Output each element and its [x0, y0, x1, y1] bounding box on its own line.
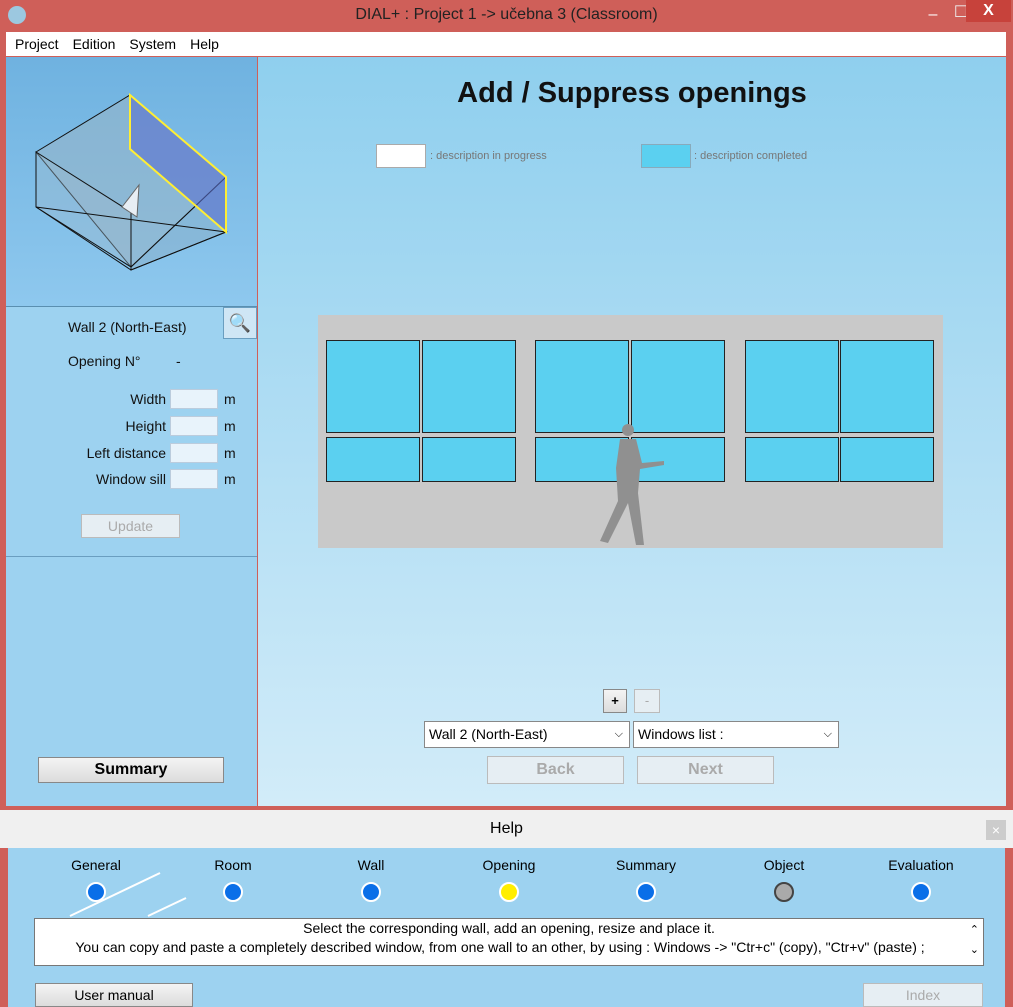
- help-close-button[interactable]: ×: [986, 820, 1006, 840]
- summary-button[interactable]: Summary: [38, 757, 224, 783]
- scroll-down-icon[interactable]: ⌄: [970, 941, 979, 960]
- opening-form: Wall 2 (North-East) 🔍 Opening N° - Width…: [6, 306, 257, 557]
- minimize-button[interactable]: –: [920, 0, 946, 30]
- back-button[interactable]: Back: [487, 756, 624, 784]
- legend-completed-swatch: [641, 144, 691, 168]
- window-pane[interactable]: [535, 340, 629, 433]
- help-title: Help: [490, 820, 523, 837]
- user-manual-button[interactable]: User manual: [35, 983, 193, 1007]
- step-label-opening: Opening: [482, 857, 536, 873]
- left-distance-input[interactable]: [170, 443, 218, 463]
- window-pane[interactable]: [840, 340, 934, 433]
- step-indicator-object[interactable]: [774, 882, 794, 902]
- help-text-line: Select the corresponding wall, add an op…: [303, 920, 715, 936]
- chevron-down-icon: ⌵: [823, 728, 832, 740]
- height-input[interactable]: [170, 416, 218, 436]
- window-title: DIAL+ : Project 1 -> učebna 3 (Classroom…: [355, 6, 658, 23]
- window-pane[interactable]: [745, 437, 839, 482]
- room-3d-view: [6, 57, 257, 306]
- wall-elevation: [318, 315, 943, 548]
- window-pane[interactable]: [422, 437, 516, 482]
- step-indicator-opening[interactable]: [499, 882, 519, 902]
- opening-number-label: Opening N°: [68, 353, 141, 369]
- wall-select-value: Wall 2 (North-East): [429, 726, 548, 742]
- width-unit: m: [224, 391, 236, 407]
- wall-label: Wall 2 (North-East): [68, 319, 187, 335]
- window-pane[interactable]: [326, 340, 420, 433]
- step-label-wall: Wall: [357, 857, 385, 873]
- left-bottom-panel: Summary: [6, 557, 257, 806]
- help-text-line: You can copy and paste a completely desc…: [75, 939, 925, 955]
- step-indicator-wall[interactable]: [361, 882, 381, 902]
- menu-edition[interactable]: Edition: [73, 36, 116, 52]
- wall-select[interactable]: Wall 2 (North-East) ⌵: [424, 721, 630, 748]
- width-label: Width: [130, 391, 166, 407]
- main-panel: Add / Suppress openings : description in…: [258, 57, 1006, 806]
- person-silhouette-icon: [600, 424, 664, 545]
- legend-completed-label: : description completed: [694, 150, 808, 162]
- next-button[interactable]: Next: [637, 756, 774, 784]
- step-label-evaluation: Evaluation: [888, 857, 954, 873]
- title-bar: DIAL+ : Project 1 -> učebna 3 (Classroom…: [0, 0, 1013, 30]
- height-unit: m: [224, 418, 236, 434]
- close-button[interactable]: X: [966, 0, 1011, 22]
- window-sill-unit: m: [224, 471, 236, 487]
- windows-list-value: Windows list :: [638, 726, 724, 742]
- window-sill-input[interactable]: [170, 469, 218, 489]
- help-header: Help ×: [0, 810, 1013, 848]
- menu-bar: Project Edition System Help: [6, 32, 1006, 56]
- menu-project[interactable]: Project: [15, 36, 59, 52]
- left-distance-label: Left distance: [86, 445, 166, 461]
- step-label-object: Object: [763, 857, 805, 873]
- progress-slash-decoration: [69, 872, 187, 917]
- legend-progress-label: : description in progress: [430, 150, 547, 162]
- width-input[interactable]: [170, 389, 218, 409]
- step-indicator-evaluation[interactable]: [911, 882, 931, 902]
- window-pane[interactable]: [745, 340, 839, 433]
- window-pane[interactable]: [422, 340, 516, 433]
- update-button[interactable]: Update: [81, 514, 180, 538]
- opening-number-value: -: [176, 353, 181, 369]
- menu-system[interactable]: System: [129, 36, 176, 52]
- app-logo-icon: [8, 6, 26, 24]
- scroll-up-icon[interactable]: ⌃: [970, 921, 979, 940]
- help-panel: General Room Wall Opening Summary Object Evalu…: [8, 848, 1005, 1007]
- add-opening-button[interactable]: +: [603, 689, 627, 713]
- legend-progress-swatch: [376, 144, 426, 168]
- remove-opening-button[interactable]: -: [634, 689, 660, 713]
- page-title: Add / Suppress openings: [457, 77, 807, 109]
- chevron-down-icon: ⌵: [614, 728, 623, 740]
- window-pane[interactable]: [326, 437, 420, 482]
- step-indicator-summary[interactable]: [636, 882, 656, 902]
- menu-help[interactable]: Help: [190, 36, 219, 52]
- window-sill-label: Window sill: [95, 471, 166, 487]
- height-label: Height: [125, 418, 166, 434]
- window-pane[interactable]: [631, 340, 725, 433]
- help-text-box: Select the corresponding wall, add an op…: [34, 918, 984, 966]
- windows-list-select[interactable]: Windows list : ⌵: [633, 721, 839, 748]
- step-label-summary: Summary: [616, 857, 676, 873]
- zoom-button[interactable]: 🔍: [223, 307, 257, 339]
- window-pane[interactable]: [840, 437, 934, 482]
- room-3d-drawing: [35, 92, 228, 271]
- index-button[interactable]: Index: [863, 983, 983, 1007]
- step-indicator-room[interactable]: [223, 882, 243, 902]
- left-distance-unit: m: [224, 445, 236, 461]
